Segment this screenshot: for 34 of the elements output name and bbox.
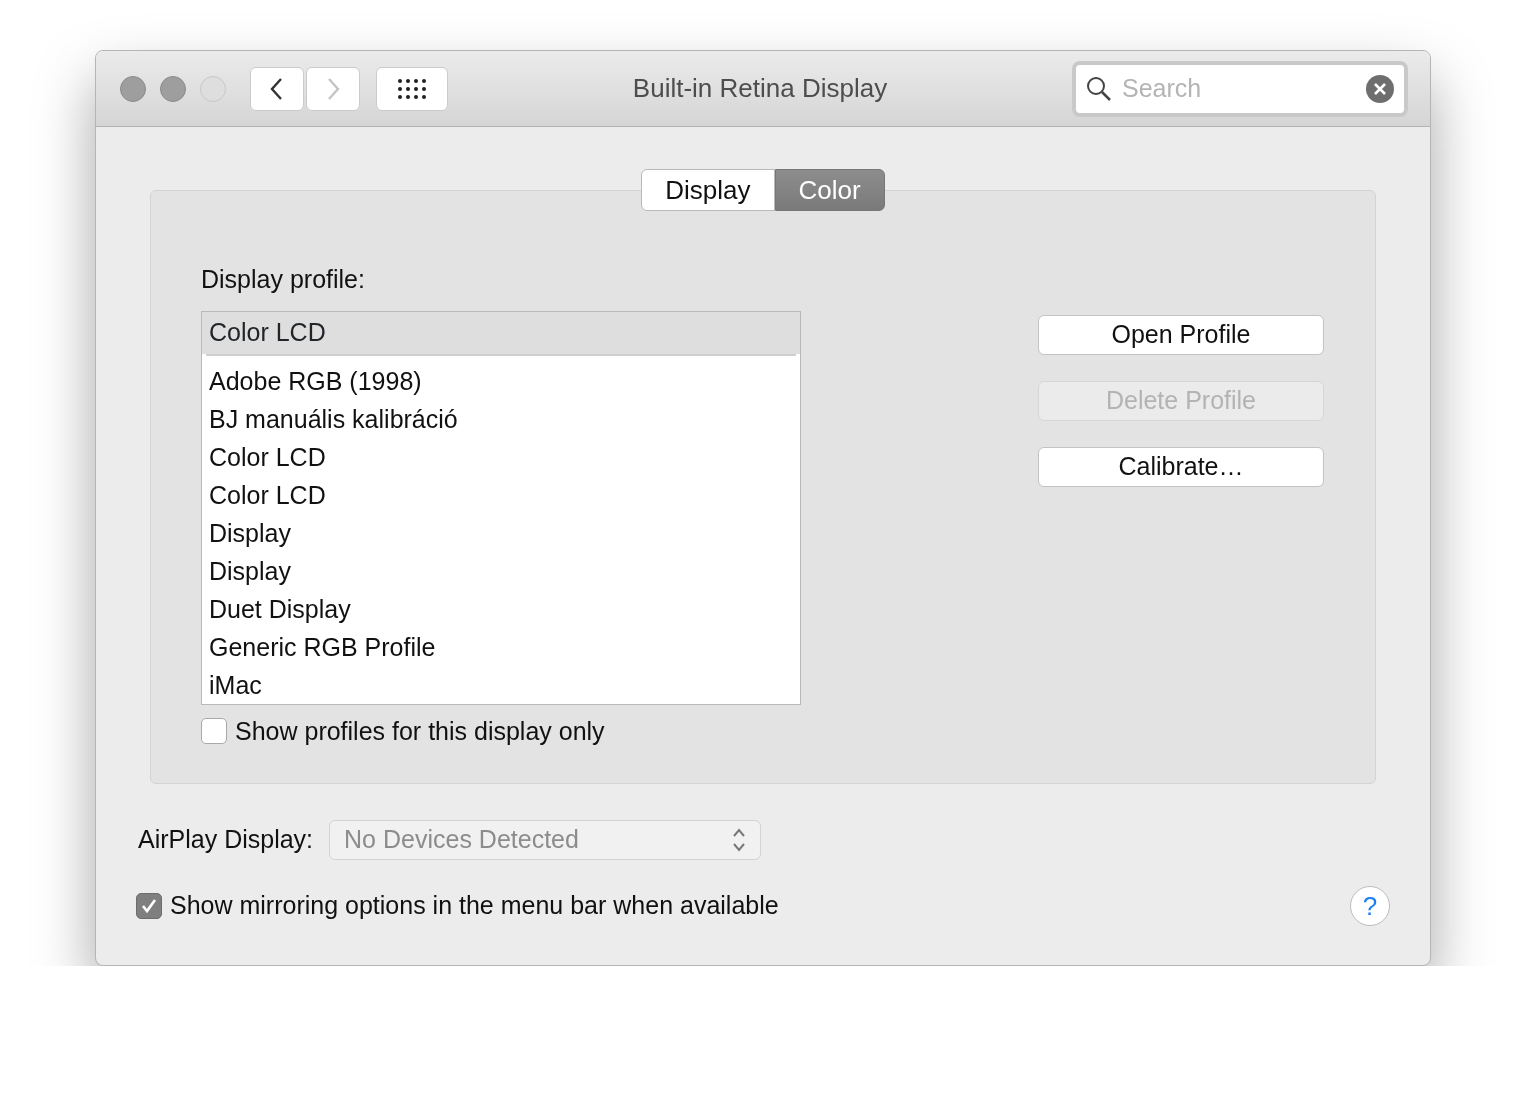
profile-item[interactable]: iMac [202, 665, 800, 704]
search-input[interactable]: Search [1120, 68, 1340, 109]
grid-icon [397, 77, 427, 100]
back-button[interactable] [250, 66, 304, 111]
checkbox[interactable] [201, 718, 227, 745]
clear-icon[interactable] [1366, 74, 1394, 103]
checkbox[interactable] [136, 893, 162, 919]
window-control[interactable] [160, 75, 186, 102]
checkbox-label: Show profiles for this display only [235, 715, 605, 747]
updown-arrows-icon [732, 827, 747, 853]
search-field[interactable]: Search [1072, 60, 1408, 117]
checkbox-label: Show mirroring options in the menu bar when available [170, 890, 779, 922]
profile-button[interactable]: Calibrate… [1038, 447, 1324, 487]
current-profile[interactable]: Color LCD [202, 311, 800, 354]
profile-item[interactable]: BJ manuális kalibráció [202, 399, 800, 438]
tab[interactable]: Color [774, 169, 885, 211]
airplay-label: AirPlay Display: [138, 824, 314, 856]
profile-button[interactable]: Open Profile [1038, 315, 1324, 355]
checkmark-icon [140, 897, 158, 915]
window-control[interactable] [120, 75, 146, 102]
help-button[interactable]: ? [1350, 886, 1390, 926]
profile-item[interactable]: Color LCD [202, 437, 800, 476]
grid-button[interactable] [376, 66, 448, 111]
profile-item[interactable]: Display [202, 551, 800, 590]
search-icon [1086, 75, 1112, 102]
profile-item[interactable]: Color LCD [202, 475, 800, 514]
window-title: Built-in Retina Display [632, 73, 888, 103]
tab[interactable]: Display [641, 169, 775, 211]
profile-label: Display profile: [201, 265, 365, 293]
profile-item[interactable]: Display [202, 513, 800, 552]
profile-item[interactable]: Adobe RGB (1998) [202, 361, 800, 400]
profile-item[interactable]: Generic RGB Profile [202, 627, 800, 666]
profile-list[interactable]: Color LCD Adobe RGB (1998) BJ manuális kalibráció Color LCD Color LCD Display Display Duet Display Generic RGB Profile iMac [201, 310, 801, 705]
profile-item[interactable]: Duet Display [202, 589, 800, 628]
